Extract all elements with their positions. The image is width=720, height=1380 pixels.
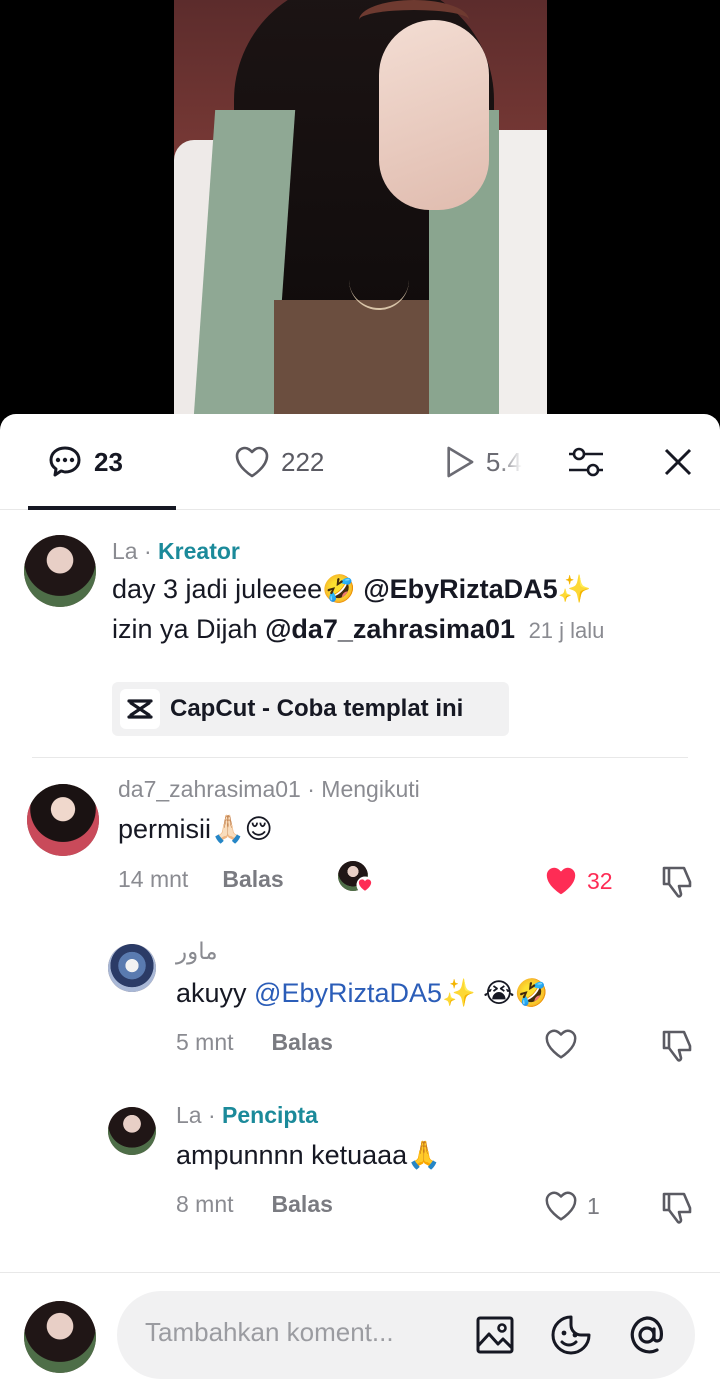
comment-username[interactable]: La · Pencipta xyxy=(176,1102,656,1129)
comment-meta: 5 mnt Balas xyxy=(176,1029,333,1056)
heart-filled-icon xyxy=(546,867,576,895)
comment-username[interactable]: da7_zahrasima01 · Mengikuti xyxy=(118,776,678,803)
comment-time: 5 mnt xyxy=(176,1029,234,1055)
like-button[interactable] xyxy=(543,1026,579,1062)
close-icon[interactable] xyxy=(658,442,698,482)
heart-icon xyxy=(235,446,269,478)
comment-text: permisii🙏🏻😌 xyxy=(118,814,273,844)
comment-item: da7_zahrasima01 · Mengikuti permisii🙏🏻😌 xyxy=(118,776,678,849)
capcut-template-button[interactable]: CapCut - Coba templat ini xyxy=(112,682,509,736)
at-icon[interactable] xyxy=(625,1313,669,1357)
comments-count: 23 xyxy=(94,446,123,477)
capcut-label: CapCut - Coba templat ini xyxy=(170,695,464,722)
avatar[interactable] xyxy=(108,1107,156,1155)
like-count: 1 xyxy=(587,1192,600,1219)
like-button[interactable]: 32 xyxy=(543,863,613,899)
like-count: 32 xyxy=(587,867,613,894)
likes-count: 222 xyxy=(281,446,325,477)
comment-input-placeholder: Tambahkan koment... xyxy=(145,1317,394,1347)
video-player[interactable] xyxy=(0,0,720,430)
sheet-tabs: 23 222 5.4 xyxy=(0,414,720,510)
like-button[interactable]: 1 xyxy=(543,1188,600,1224)
avatar[interactable] xyxy=(27,784,99,856)
mention-link[interactable]: @EbyRiztaDA5 xyxy=(254,978,442,1008)
image-icon[interactable] xyxy=(473,1313,517,1357)
my-avatar[interactable] xyxy=(24,1301,96,1373)
comment-text: day 3 jadi juleeee🤣 @EbyRiztaDA5✨ izin y… xyxy=(112,574,605,644)
comment-time: 21 j lalu xyxy=(528,618,605,643)
filter-icon[interactable] xyxy=(566,442,606,482)
dislike-icon[interactable] xyxy=(658,862,696,900)
comment-meta: 14 mnt Balas xyxy=(118,866,284,893)
emoji-icon[interactable] xyxy=(549,1313,593,1357)
tab-underline xyxy=(28,506,176,510)
comment-composer: Tambahkan koment... xyxy=(0,1272,720,1380)
comment-time: 8 mnt xyxy=(176,1191,234,1217)
tab-likes[interactable]: 222 xyxy=(233,442,324,482)
comment-icon xyxy=(49,446,81,477)
dislike-icon[interactable] xyxy=(658,1188,696,1226)
comment-input[interactable]: Tambahkan koment... xyxy=(117,1291,695,1379)
play-icon xyxy=(447,446,474,478)
reply-item: ماور akuyy @EbyRiztaDA5✨ 😭🤣 xyxy=(176,938,656,1013)
mention-link[interactable]: @da7_zahrasima01 xyxy=(265,614,515,644)
heart-icon xyxy=(545,1029,577,1059)
plays-count: 5.4 xyxy=(485,446,522,477)
capcut-icon xyxy=(120,689,160,729)
comment-text: akuyy @EbyRiztaDA5✨ 😭🤣 xyxy=(176,978,549,1008)
heart-icon xyxy=(545,1191,577,1221)
comment-meta: 8 mnt Balas xyxy=(176,1191,333,1218)
comment-username[interactable]: ماور xyxy=(176,938,656,965)
creator-badge: Pencipta xyxy=(222,1102,318,1128)
mention-link[interactable]: @EbyRiztaDA5 xyxy=(363,574,557,604)
creator-heart-icon xyxy=(356,876,374,894)
comment-text: ampunnnn ketuaaa🙏 xyxy=(176,1140,441,1170)
divider xyxy=(32,757,688,758)
reply-button[interactable]: Balas xyxy=(272,1029,333,1056)
avatar[interactable] xyxy=(24,535,96,607)
dislike-icon[interactable] xyxy=(658,1026,696,1064)
avatar[interactable] xyxy=(108,944,156,992)
tab-plays[interactable]: 5.4 xyxy=(444,442,522,482)
comment-time: 14 mnt xyxy=(118,866,189,892)
comment-username[interactable]: La · Kreator xyxy=(112,538,692,565)
reply-item: La · Pencipta ampunnnn ketuaaa🙏 xyxy=(176,1102,656,1175)
creator-badge: Kreator xyxy=(158,538,240,564)
comment-item: La · Kreator day 3 jadi juleeee🤣 @EbyRiz… xyxy=(112,538,692,651)
comments-sheet: 23 222 5.4 La · Kreator day 3 jadi julee… xyxy=(0,414,720,1380)
reply-button[interactable]: Balas xyxy=(272,1191,333,1218)
reply-button[interactable]: Balas xyxy=(222,866,283,893)
video-frame xyxy=(174,0,547,430)
tab-comments[interactable]: 23 xyxy=(46,442,123,482)
